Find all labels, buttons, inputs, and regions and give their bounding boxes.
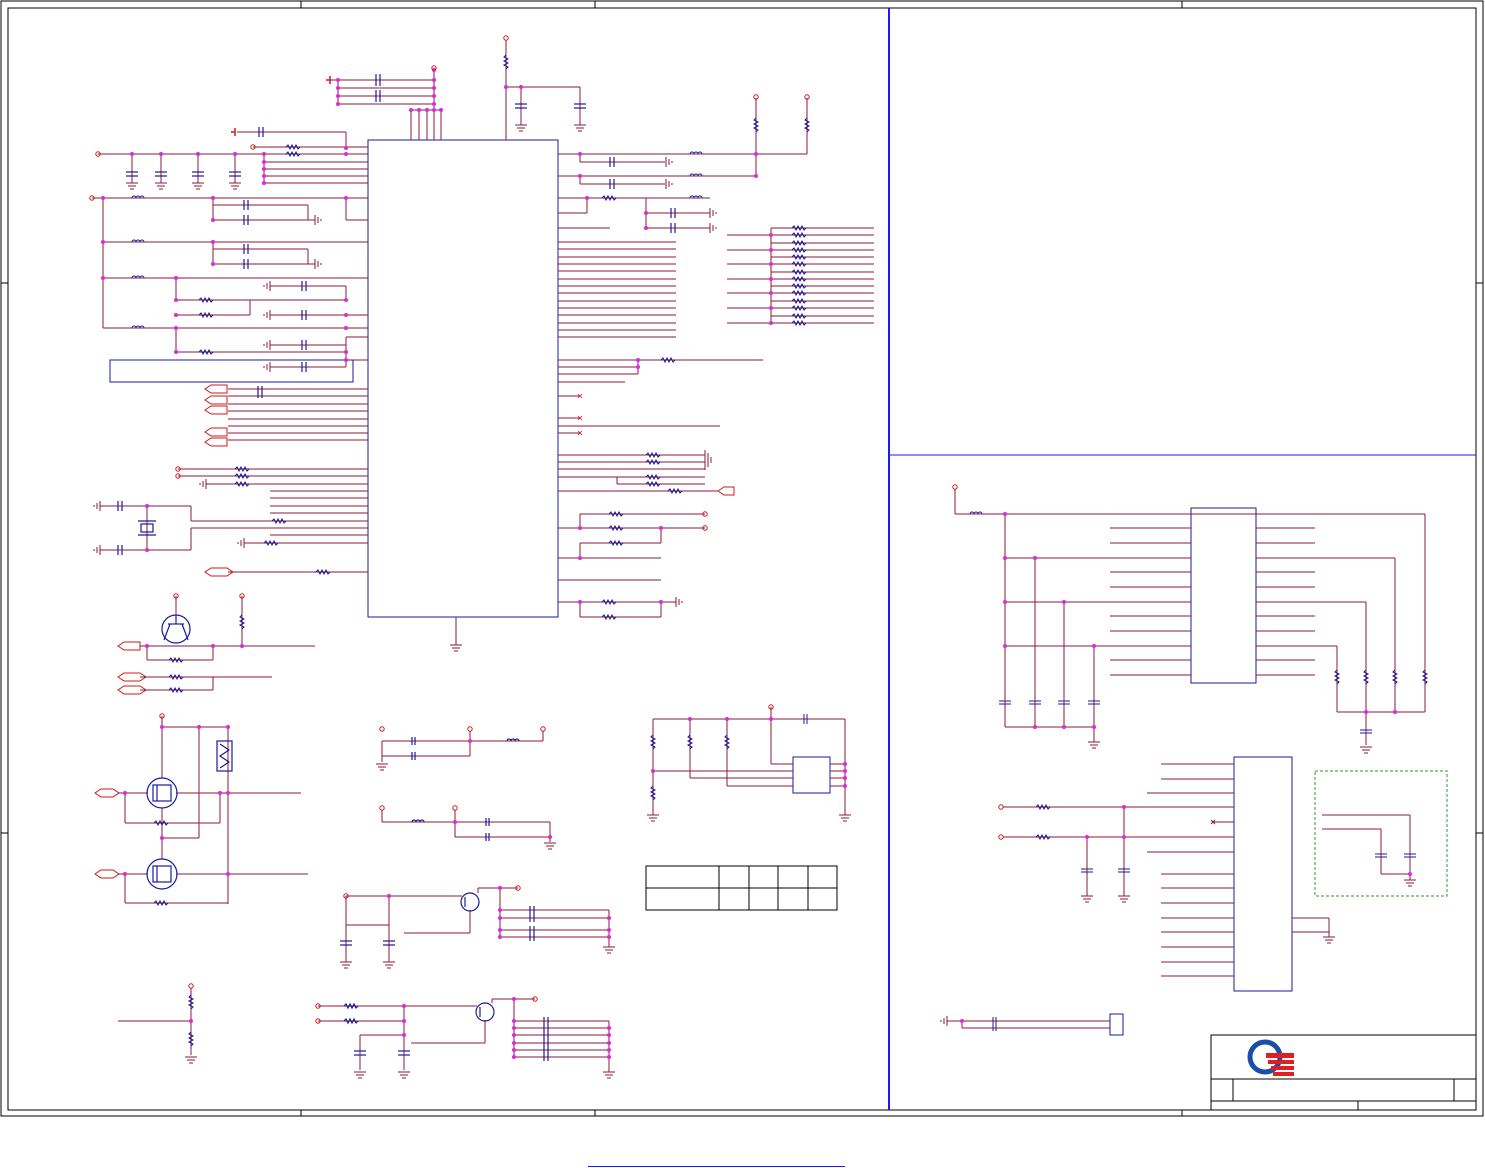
- ic-u3: [1233, 756, 1293, 992]
- regulator-1: [345, 887, 610, 962]
- regulator-2: [318, 998, 610, 1072]
- fuse-icon: [216, 740, 233, 772]
- optional-group-wires: [1322, 814, 1411, 880]
- ic-u2-wires: [954, 489, 1426, 745]
- junctions: [101, 68, 773, 604]
- ic-u3-parts: [1035, 803, 1130, 873]
- ic-u3-wires: [1003, 763, 1330, 977]
- main-ic: [367, 139, 559, 618]
- regulator-2-parts: [343, 1002, 549, 1061]
- small-ic: [792, 756, 831, 794]
- vertical-resistors: [502, 54, 811, 133]
- bottom-connector: [940, 1016, 1110, 1029]
- company-logo-icon: [1247, 1039, 1294, 1076]
- right-side-wires: [558, 98, 808, 618]
- right-resistors: [601, 194, 683, 621]
- footer-link[interactable]: [588, 1150, 845, 1167]
- section-dividers: [888, 8, 1476, 1110]
- transistor-wires: [140, 596, 315, 691]
- highlight-box: [109, 359, 354, 383]
- option-table: [645, 865, 838, 911]
- left-side-wires: [92, 131, 368, 573]
- resistor-bank-resistors: [791, 224, 807, 327]
- power-ports: [231, 76, 331, 136]
- transistor-resistors: [168, 614, 246, 694]
- transistor-icon: [161, 614, 191, 644]
- offpage-connectors: [94, 384, 735, 879]
- ic-u2-parts: [969, 511, 1429, 734]
- schematic-sheet: [0, 0, 1484, 1117]
- mosfet-wires: [118, 716, 308, 904]
- title-block: [1210, 1034, 1477, 1111]
- mosfet-resistors: [153, 819, 169, 907]
- filter-networks: [381, 731, 551, 842]
- no-connect-marks: [577, 393, 583, 436]
- divider-network: [118, 988, 192, 1055]
- small-ic-wires: [652, 707, 846, 815]
- ground-symbols: [93, 124, 717, 652]
- ic-u2: [1190, 507, 1257, 684]
- inductors: [131, 151, 703, 329]
